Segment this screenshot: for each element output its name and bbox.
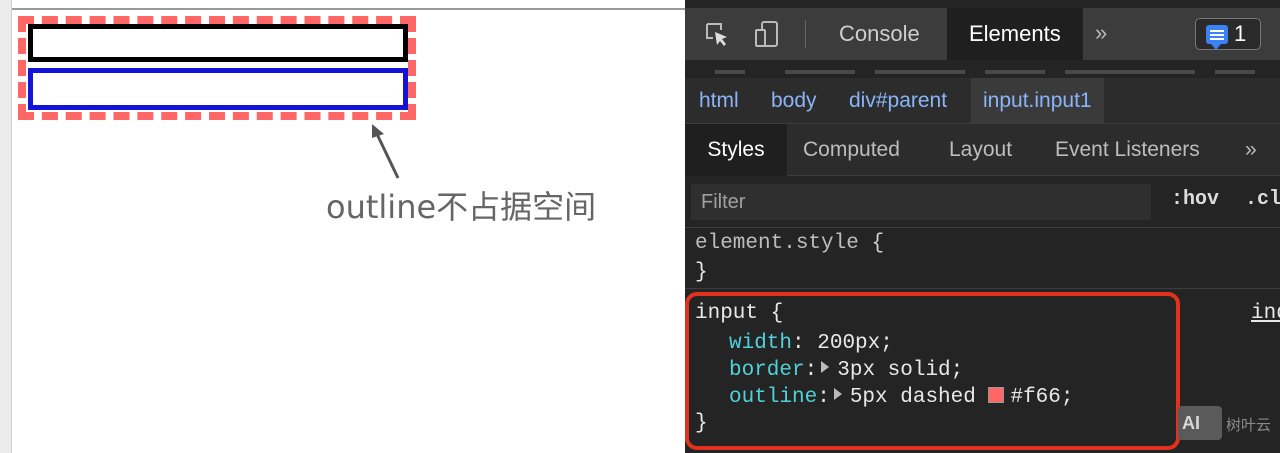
tab-layout[interactable]: Layout <box>949 124 1012 176</box>
color-value: #f66; <box>1010 386 1074 409</box>
more-subtabs-chevron-icon[interactable]: » <box>1245 124 1257 176</box>
rule-source-link[interactable]: ind <box>1251 302 1280 325</box>
property-name: width <box>729 332 793 355</box>
breadcrumb: html body div#parent input.input1 <box>685 78 1280 124</box>
rule-selector: input <box>695 302 759 325</box>
breadcrumb-body[interactable]: body <box>759 78 829 124</box>
styles-filter-bar: :hov .cl <box>685 176 1280 228</box>
rule-open-brace: { <box>770 302 784 325</box>
breadcrumb-div-parent[interactable]: div#parent <box>837 78 959 124</box>
rule-header: input { <box>695 302 783 325</box>
tab-console[interactable]: Console <box>817 8 942 60</box>
input2-field[interactable] <box>28 68 408 110</box>
expand-triangle-icon[interactable] <box>821 361 830 373</box>
rule-close-brace: } <box>695 412 708 435</box>
window-edge <box>0 0 12 453</box>
property-name: outline <box>729 386 818 409</box>
devtools-toolbar: Console Elements » 1 <box>685 8 1280 60</box>
expand-triangle-icon[interactable] <box>833 388 842 400</box>
declaration-border[interactable]: border: 3px solid; <box>729 359 963 382</box>
styles-subtabs: Styles Computed Layout Event Listeners » <box>685 124 1280 176</box>
declaration-outline[interactable]: outline: 5px dashed #f66; <box>729 386 1073 409</box>
device-toggle-icon[interactable] <box>753 20 781 48</box>
element-style-rule: element.style {} <box>695 232 884 284</box>
devtools-panel: Console Elements » 1 html body div#paren… <box>685 0 1280 453</box>
watermark: AI 树叶云 <box>1178 406 1278 442</box>
input1-field[interactable] <box>28 24 408 62</box>
property-value: 5px dashed <box>849 386 976 409</box>
annotation-label: outline不占据空间 <box>326 188 597 226</box>
property-name: border <box>729 359 805 382</box>
chat-icon <box>1206 25 1228 50</box>
dom-tree-peek <box>685 60 1280 78</box>
breadcrumb-html[interactable]: html <box>687 78 751 124</box>
element-style-selector: element.style <box>695 232 859 255</box>
rule-divider <box>685 288 1280 289</box>
watermark-logo: AI <box>1178 406 1222 440</box>
toolbar-separator <box>805 20 806 48</box>
tab-event-listeners[interactable]: Event Listeners <box>1055 124 1200 176</box>
element-style-close-brace: } <box>695 261 708 284</box>
element-style-open-brace: { <box>871 232 885 255</box>
more-tabs-chevron-icon[interactable]: » <box>1095 8 1107 60</box>
color-swatch[interactable] <box>988 387 1005 403</box>
declaration-width[interactable]: width: 200px; <box>729 332 893 355</box>
hover-state-toggle[interactable]: :hov <box>1171 188 1219 211</box>
arrow-icon <box>372 124 400 179</box>
styles-filter-input[interactable] <box>691 184 1151 220</box>
tab-elements[interactable]: Elements <box>947 8 1083 60</box>
messages-badge[interactable]: 1 <box>1195 18 1261 50</box>
property-value: 200px; <box>817 332 893 355</box>
breadcrumb-input1[interactable]: input.input1 <box>971 78 1104 124</box>
inspect-element-icon[interactable] <box>703 20 731 48</box>
page-top-border <box>12 8 685 10</box>
tab-computed[interactable]: Computed <box>803 124 900 176</box>
message-count: 1 <box>1234 21 1247 46</box>
class-toggle[interactable]: .cl <box>1245 188 1280 211</box>
page-viewport: outline不占据空间 <box>0 0 685 453</box>
watermark-text: 树叶云 <box>1226 416 1272 434</box>
property-value: 3px solid; <box>837 359 964 382</box>
tab-styles[interactable]: Styles <box>685 124 787 176</box>
